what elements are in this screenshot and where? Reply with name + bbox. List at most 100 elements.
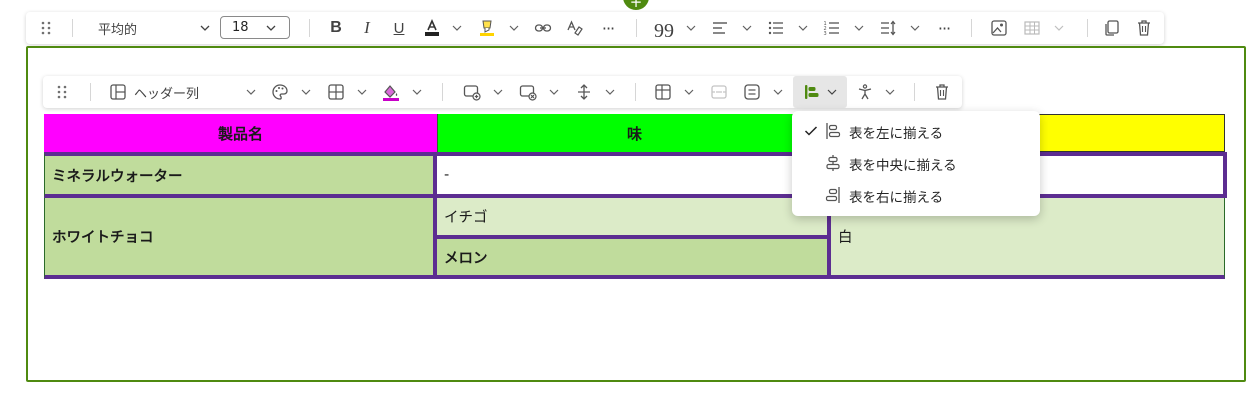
highlighter-icon <box>480 20 494 36</box>
cell-fill-dropdown[interactable] <box>410 76 424 108</box>
chevron-down-icon <box>742 25 752 31</box>
table-layout-dropdown[interactable] <box>682 76 696 108</box>
align-table-center-icon <box>826 155 840 171</box>
merge-cells-icon <box>711 85 727 99</box>
delete-table-button[interactable] <box>931 76 953 108</box>
palette-icon <box>272 84 288 100</box>
merge-cells-button[interactable] <box>708 76 730 108</box>
chevron-down-icon <box>686 25 696 31</box>
table-style-button[interactable] <box>269 76 291 108</box>
cell-text: ミネラルウォーター <box>52 168 183 185</box>
borders-dropdown[interactable] <box>355 76 369 108</box>
insert-cells-button[interactable] <box>461 76 483 108</box>
delete-block-button[interactable] <box>1133 12 1155 44</box>
clear-format-button[interactable] <box>564 12 586 44</box>
align-text-dropdown[interactable] <box>740 12 754 44</box>
cell-text: メロン <box>444 250 488 267</box>
table-header-cell[interactable]: 味 <box>437 114 831 152</box>
header-column-chevron[interactable] <box>244 76 258 108</box>
line-spacing-dropdown[interactable] <box>908 12 922 44</box>
table-layout-button[interactable] <box>652 76 674 108</box>
table-header-cell[interactable]: 製品名 <box>44 114 437 152</box>
table-style-dropdown[interactable] <box>299 76 313 108</box>
delete-cells-button[interactable] <box>517 76 539 108</box>
insert-table-button[interactable] <box>1021 12 1043 44</box>
chevron-down-icon <box>549 89 559 95</box>
align-table-left-icon <box>826 123 841 139</box>
table-row-label-cell[interactable]: ホワイトチョコ <box>44 198 437 279</box>
chevron-down-icon <box>684 89 694 95</box>
italic-icon: I <box>364 18 370 37</box>
font-color-icon <box>425 19 439 36</box>
drag-handle-icon[interactable] <box>36 12 56 44</box>
more-format-button[interactable]: ··· <box>597 12 619 44</box>
more-icon: ··· <box>601 18 615 38</box>
chevron-down-icon <box>854 25 864 31</box>
line-spacing-button[interactable] <box>877 12 899 44</box>
quote-button[interactable]: 99 <box>653 12 675 44</box>
svg-text:3: 3 <box>824 31 827 37</box>
quote-dropdown[interactable] <box>684 12 698 44</box>
font-color-button[interactable] <box>421 12 443 44</box>
align-text-button[interactable] <box>709 12 731 44</box>
header-text: 製品名 <box>217 124 263 143</box>
bold-button[interactable]: B <box>325 12 347 44</box>
trash-icon <box>1138 20 1150 36</box>
copy-icon <box>1105 20 1119 36</box>
paragraph-style-dropdown[interactable]: 平均的 <box>86 12 210 44</box>
table-cell[interactable]: - <box>437 152 831 198</box>
bullet-list-dropdown[interactable] <box>796 12 810 44</box>
insert-cells-dropdown[interactable] <box>491 76 505 108</box>
menu-item-label: 表を左に揃える <box>849 126 944 142</box>
borders-button[interactable] <box>325 76 347 108</box>
cell-text: - <box>444 167 450 183</box>
accessibility-dropdown[interactable] <box>883 76 897 108</box>
menu-item-align-left[interactable]: 表を左に揃える <box>792 116 1040 146</box>
font-size-value: 18 <box>232 20 249 35</box>
cell-alignment-button[interactable] <box>741 76 763 108</box>
link-button[interactable] <box>532 12 554 44</box>
menu-item-label: 表を右に揃える <box>849 190 944 206</box>
font-color-dropdown[interactable] <box>450 12 464 44</box>
italic-button[interactable]: I <box>356 12 378 44</box>
cell-alignment-dropdown[interactable] <box>771 76 785 108</box>
numbered-list-dropdown[interactable] <box>852 12 866 44</box>
header-column-dropdown[interactable]: ヘッダー列 <box>109 76 259 108</box>
bullet-list-button[interactable] <box>765 12 787 44</box>
delete-cells-dropdown[interactable] <box>547 76 561 108</box>
cell-text: ホワイトチョコ <box>52 230 154 246</box>
chevron-down-icon <box>798 25 808 31</box>
more-paragraph-button[interactable]: ··· <box>933 12 955 44</box>
row-height-button[interactable] <box>573 76 595 108</box>
numbered-list-button[interactable]: 123 <box>821 12 843 44</box>
chevron-down-icon <box>452 25 462 31</box>
chevron-down-icon <box>910 25 920 31</box>
text-box-icon <box>744 84 760 100</box>
chevron-down-icon <box>357 89 367 95</box>
insert-image-button[interactable] <box>988 12 1010 44</box>
table-cell[interactable]: メロン <box>437 239 831 279</box>
table-align-button[interactable] <box>793 76 847 108</box>
font-size-select[interactable]: 18 <box>220 16 290 39</box>
menu-item-align-center[interactable]: 表を中央に揃える <box>792 148 1040 178</box>
format-toolbar: 平均的 18 B I U ··· 99 1 2 3 ··· <box>26 12 1164 44</box>
insert-table-dropdown[interactable] <box>1052 12 1066 44</box>
drag-handle-icon[interactable] <box>52 76 72 108</box>
row-height-dropdown[interactable] <box>603 76 617 108</box>
table-cell[interactable]: イチゴ <box>437 198 831 239</box>
highlight-button[interactable] <box>476 12 498 44</box>
cell-fill-button[interactable] <box>380 76 402 108</box>
bullet-list-icon <box>768 21 783 35</box>
trash-icon <box>936 84 948 100</box>
cell-text: 白 <box>838 230 853 246</box>
copy-button[interactable] <box>1101 12 1123 44</box>
table-toolbar: ヘッダー列 <box>43 76 962 108</box>
highlight-dropdown[interactable] <box>507 12 521 44</box>
table-row-label-cell[interactable]: ミネラルウォーター <box>44 152 437 198</box>
add-block-button[interactable]: + <box>623 0 649 11</box>
underline-button[interactable]: U <box>388 12 410 44</box>
menu-item-align-right[interactable]: 表を右に揃える <box>792 180 1040 210</box>
accessibility-button[interactable] <box>854 76 876 108</box>
add-cell-icon <box>463 85 481 101</box>
header-column-label: ヘッダー列 <box>134 86 200 102</box>
